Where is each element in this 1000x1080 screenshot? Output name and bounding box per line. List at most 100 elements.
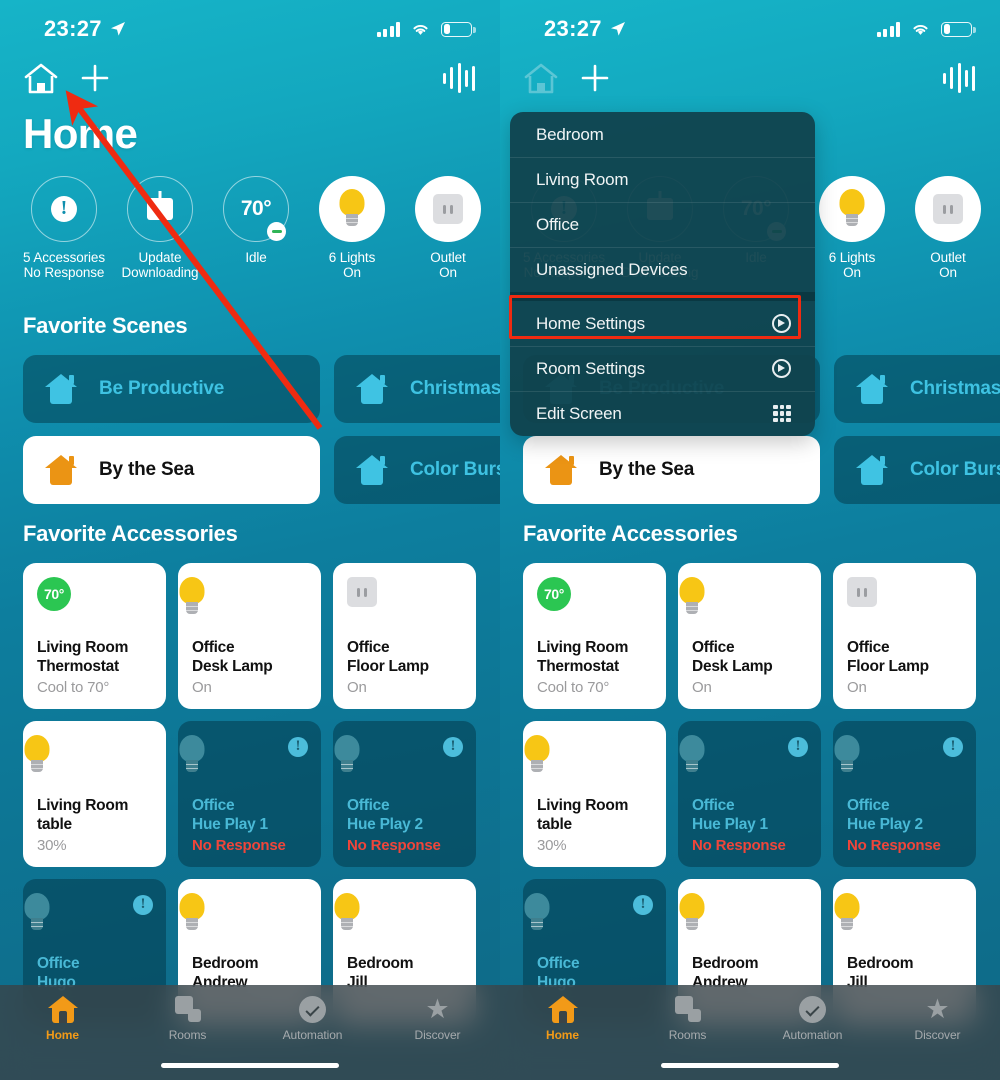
status-tile-label: Outlet [930, 250, 966, 265]
plus-icon[interactable] [578, 61, 612, 95]
menu-item-bedroom[interactable]: Bedroom [510, 112, 815, 157]
tab-automation[interactable]: Automation [250, 993, 375, 1051]
accessory-tile[interactable]: 70° Living Room Thermostat Cool to 70° [23, 563, 166, 709]
warning-badge-icon: ! [943, 737, 963, 757]
accessory-name: Office Floor Lamp [847, 639, 929, 675]
accessory-tile[interactable]: 70° Living Room Thermostat Cool to 70° [523, 563, 666, 709]
battery-low-icon [441, 21, 476, 37]
software-update-icon [147, 198, 173, 220]
accessory-name: Office Hue Play 2 [347, 797, 423, 833]
tab-automation[interactable]: Automation [750, 993, 875, 1051]
location-arrow-icon [610, 22, 625, 36]
home-icon [547, 995, 578, 1023]
menu-item-label: Bedroom [536, 124, 604, 144]
accessory-tile[interactable]: Office Desk Lamp On [178, 563, 321, 709]
scene-card[interactable]: Christmas [334, 355, 500, 423]
menu-item-label: Room Settings [536, 358, 645, 378]
accessory-state: No Response [347, 837, 441, 854]
menu-item-edit-screen[interactable]: Edit Screen [510, 391, 815, 436]
plus-icon[interactable] [78, 61, 112, 95]
accessory-tile[interactable]: Office Floor Lamp On [833, 563, 976, 709]
menu-item-label: Office [536, 214, 579, 234]
outlet-icon [847, 577, 877, 607]
home-indicator [161, 1063, 339, 1068]
wifi-icon [913, 24, 928, 35]
accessory-tile[interactable]: Office Desk Lamp On [678, 563, 821, 709]
house-icon [45, 374, 77, 404]
tab-home[interactable]: Home [500, 993, 625, 1051]
status-bar-time: 23:27 [544, 16, 602, 41]
scene-card[interactable]: By the Sea [523, 436, 820, 504]
accessory-state: No Response [192, 837, 286, 854]
warning-badge-icon: ! [633, 895, 653, 915]
audio-waveform-icon[interactable] [943, 63, 975, 93]
accessory-state: No Response [847, 837, 941, 854]
menu-item-unassigned-devices[interactable]: Unassigned Devices [510, 247, 815, 292]
accessory-name: Living Room Thermostat [537, 639, 629, 675]
accessory-state: No Response [692, 837, 786, 854]
status-tile-accessories[interactable]: ! 5 Accessories No Response [16, 176, 112, 280]
lightbulb-on-icon [837, 189, 867, 229]
accessory-tile[interactable]: ! Office Hue Play 2 No Response [833, 721, 976, 867]
accessory-name: Office Desk Lamp [692, 639, 773, 675]
scene-card[interactable]: By the Sea [23, 436, 320, 504]
right-phone-screen: 23:27 6 Lights On Outlet On Christmas By… [500, 0, 1000, 1080]
status-tile-sublabel: Downloading [121, 265, 199, 280]
warning-badge-icon: ! [788, 737, 808, 757]
status-tile-update[interactable]: Update Downloading [112, 176, 208, 280]
accessory-name: Living Room Thermostat [37, 639, 129, 675]
accessory-tile[interactable]: ! Office Hue Play 1 No Response [678, 721, 821, 867]
menu-item-room-settings[interactable]: Room Settings [510, 346, 815, 391]
status-tile-lights[interactable]: 6 Lights On [304, 176, 400, 280]
favorite-accessories-header: Favorite Accessories [523, 521, 738, 546]
scene-card[interactable]: Color Burst [834, 436, 1000, 504]
nav-row [0, 60, 500, 106]
accessory-state: On [847, 679, 867, 696]
status-tile-label: Outlet [430, 250, 466, 265]
accessory-state: Cool to 70° [37, 679, 110, 696]
accessory-name: Office Floor Lamp [347, 639, 429, 675]
tab-label: Automation [782, 1028, 843, 1042]
gear-icon [772, 314, 791, 333]
house-outline-icon[interactable] [522, 60, 560, 98]
menu-item-office[interactable]: Office [510, 202, 815, 247]
favorite-accessories-header: Favorite Accessories [23, 521, 238, 546]
menu-item-label: Home Settings [536, 313, 645, 333]
status-tile-outlet[interactable]: Outlet On [900, 176, 996, 280]
temperature-value: 70° [240, 197, 272, 220]
tab-home[interactable]: Home [0, 993, 125, 1051]
tab-discover[interactable]: ★ Discover [875, 993, 1000, 1051]
menu-item-home-settings[interactable]: Home Settings [510, 301, 815, 346]
menu-item-living-room[interactable]: Living Room [510, 157, 815, 202]
tab-label: Discover [414, 1028, 461, 1042]
tab-rooms[interactable]: Rooms [125, 993, 250, 1051]
house-outline-icon[interactable] [22, 60, 60, 98]
status-bar-time: 23:27 [44, 16, 102, 41]
scene-card[interactable]: Christmas [834, 355, 1000, 423]
tab-rooms[interactable]: Rooms [625, 993, 750, 1051]
status-tile-lights[interactable]: 6 Lights On [804, 176, 900, 280]
status-summary-row: ! 5 Accessories No Response Update Downl… [0, 176, 500, 286]
tab-discover[interactable]: ★ Discover [375, 993, 500, 1051]
status-tile-sublabel: On [939, 265, 957, 280]
accessory-tile[interactable]: ! Office Hue Play 1 No Response [178, 721, 321, 867]
accessory-tile[interactable]: Living Room table 30% [523, 721, 666, 867]
scene-card[interactable]: Be Productive [23, 355, 320, 423]
scene-card[interactable]: Color Burst [334, 436, 500, 504]
accessory-state: 30% [37, 837, 67, 854]
scene-name: Be Productive [99, 378, 225, 399]
accessory-tile[interactable]: ! Office Hue Play 2 No Response [333, 721, 476, 867]
audio-waveform-icon[interactable] [443, 63, 475, 93]
scene-name: Christmas [410, 378, 500, 399]
battery-low-icon [941, 21, 976, 37]
accessory-tile[interactable]: Living Room table 30% [23, 721, 166, 867]
outlet-icon [933, 194, 963, 224]
status-tile-thermostat[interactable]: 70° Idle [208, 176, 304, 265]
status-bar: 23:27 [0, 0, 500, 58]
rooms-icon [174, 996, 201, 1022]
house-icon [856, 374, 888, 404]
status-tile-outlet[interactable]: Outlet On [400, 176, 496, 280]
accessory-tile[interactable]: Office Floor Lamp On [333, 563, 476, 709]
menu-item-label: Edit Screen [536, 403, 622, 423]
screenshot-stage: 23:27 Home ! 5 Accessories No Response U… [0, 0, 1000, 1080]
